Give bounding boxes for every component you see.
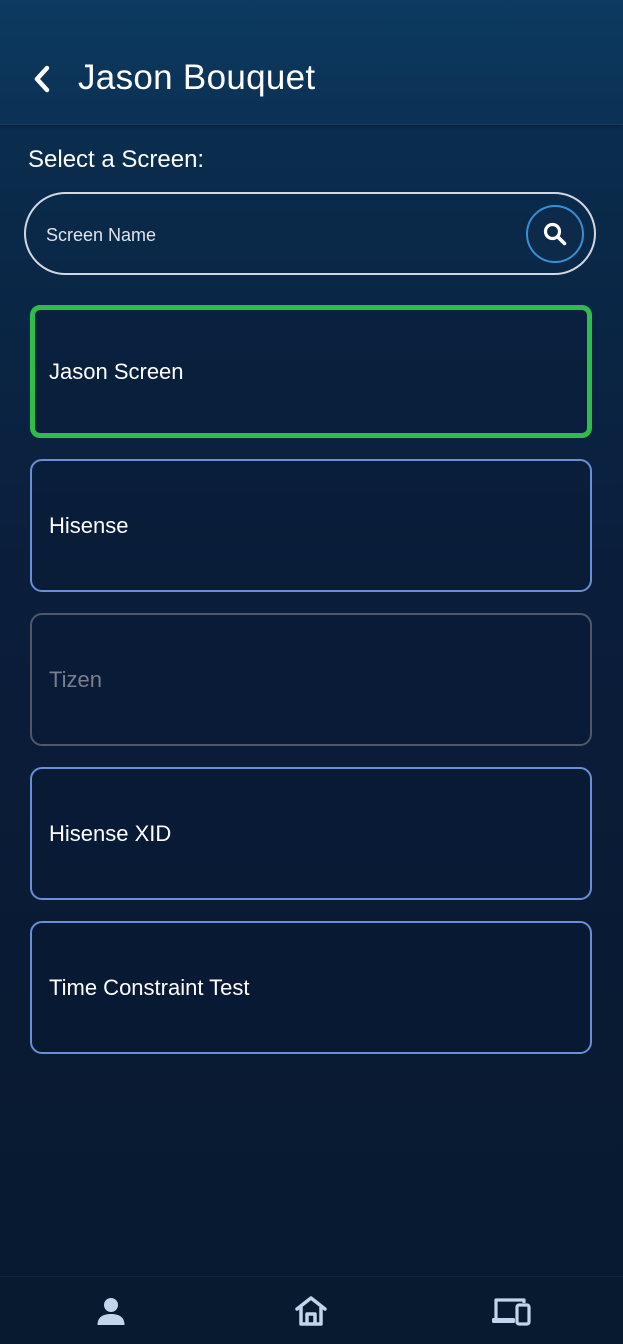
screen-item-label: Tizen — [49, 666, 102, 692]
screen-item-label: Time Constraint Test — [49, 974, 250, 1000]
search-bar — [24, 192, 596, 275]
screen-item-label: Jason Screen — [49, 358, 184, 384]
screen-item-label: Hisense XID — [49, 820, 172, 846]
bottom-navigation — [0, 1276, 623, 1344]
screen-item-jason-screen[interactable]: Jason Screen — [30, 305, 592, 438]
nav-profile-button[interactable] — [76, 1277, 146, 1344]
nav-devices-button[interactable] — [476, 1277, 546, 1344]
screen-item-hisense[interactable]: Hisense — [30, 459, 592, 592]
screen-item-time-constraint-test[interactable]: Time Constraint Test — [30, 921, 592, 1054]
back-button[interactable] — [26, 58, 58, 100]
screen-item-hisense-xid[interactable]: Hisense XID — [30, 767, 592, 900]
select-screen-label: Select a Screen: — [28, 146, 205, 173]
search-icon — [543, 222, 567, 246]
devices-icon — [492, 1297, 531, 1326]
screen-item-label: Hisense — [49, 512, 129, 538]
search-button[interactable] — [526, 205, 584, 263]
screen-item-tizen: Tizen — [30, 613, 592, 746]
chevron-left-icon — [34, 65, 50, 93]
person-icon — [97, 1297, 125, 1325]
home-icon — [295, 1295, 327, 1326]
screen-name-search-input[interactable] — [44, 214, 518, 256]
page-title: Jason Bouquet — [78, 58, 316, 97]
app-header: Jason Bouquet — [0, 0, 623, 125]
screen-list: Jason Screen Hisense Tizen Hisense XID T… — [30, 305, 592, 1075]
nav-home-button[interactable] — [276, 1277, 346, 1344]
